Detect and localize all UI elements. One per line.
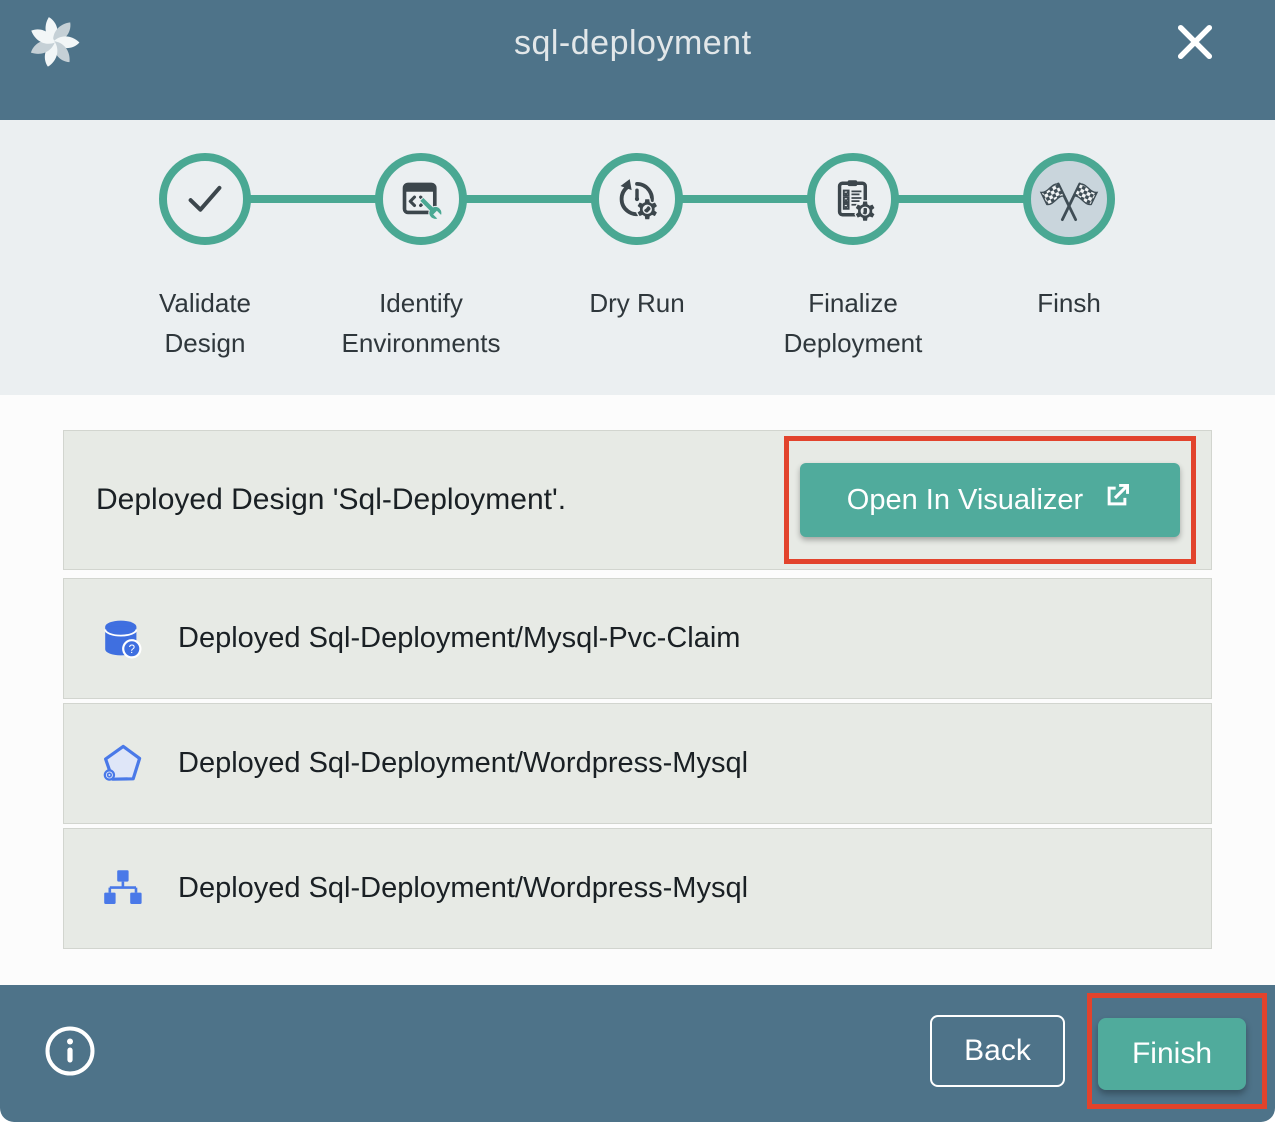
- step-finalize-deployment[interactable]: [807, 153, 899, 245]
- info-button[interactable]: [44, 1025, 96, 1077]
- deployed-item-row: ? Deployed Sql-Deployment/Mysql-Pvc-Clai…: [63, 578, 1212, 699]
- svg-text:?: ?: [129, 642, 136, 655]
- dry-run-icon: [614, 176, 660, 222]
- meshery-logo-icon: [26, 14, 82, 70]
- code-wrench-icon: [398, 176, 444, 222]
- wizard-stepper: Validate Design Identify Environments Dr…: [0, 120, 1275, 395]
- annotation-finish: Finish: [1087, 993, 1267, 1109]
- step-label-finalize-deployment: Finalize Deployment: [763, 283, 943, 363]
- deployed-item-text: Deployed Sql-Deployment/Wordpress-Mysql: [178, 872, 748, 905]
- deployed-item-row: Deployed Sql-Deployment/Wordpress-Mysql: [63, 703, 1212, 824]
- pod-icon: [98, 740, 146, 788]
- finalize-icon: [830, 176, 876, 222]
- back-button[interactable]: Back: [930, 1015, 1065, 1087]
- deployed-design-text: Deployed Design 'Sql-Deployment'.: [96, 483, 566, 517]
- storage-icon: ?: [98, 615, 146, 663]
- open-in-visualizer-button[interactable]: Open In Visualizer: [800, 463, 1180, 537]
- deployed-item-text: Deployed Sql-Deployment/Wordpress-Mysql: [178, 747, 748, 780]
- deployed-item-row: Deployed Sql-Deployment/Wordpress-Mysql: [63, 828, 1212, 949]
- deployment-icon: [98, 865, 146, 913]
- results-panel: Deployed Design 'Sql-Deployment'. Open I…: [0, 395, 1275, 985]
- finish-flags-icon: [1041, 171, 1097, 227]
- deployed-design-row: Deployed Design 'Sql-Deployment'. Open I…: [63, 430, 1212, 570]
- annotation-open-in-visualizer: Open In Visualizer: [784, 436, 1196, 564]
- dialog-title: sql-deployment: [514, 24, 752, 63]
- step-identify-environments[interactable]: [375, 153, 467, 245]
- step-validate-design[interactable]: [159, 153, 251, 245]
- step-label-validate-design: Validate Design: [115, 283, 295, 363]
- open-in-visualizer-label: Open In Visualizer: [847, 484, 1083, 517]
- finish-button[interactable]: Finish: [1098, 1018, 1246, 1090]
- step-finish[interactable]: [1023, 153, 1115, 245]
- external-link-icon: [1101, 480, 1133, 520]
- step-dry-run[interactable]: [591, 153, 683, 245]
- step-label-dry-run: Dry Run: [547, 283, 727, 323]
- deployment-wizard-dialog: sql-deployment: [0, 0, 1275, 1122]
- dialog-header: sql-deployment: [0, 0, 1275, 120]
- step-label-finish: Finsh: [979, 283, 1159, 323]
- info-icon: [44, 1065, 96, 1080]
- deployed-item-text: Deployed Sql-Deployment/Mysql-Pvc-Claim: [178, 622, 740, 655]
- step-label-identify-environments: Identify Environments: [331, 283, 511, 363]
- close-icon: [1173, 52, 1217, 67]
- dialog-footer: Back Finish: [0, 985, 1275, 1122]
- check-icon: [182, 176, 228, 222]
- close-button[interactable]: [1173, 20, 1217, 64]
